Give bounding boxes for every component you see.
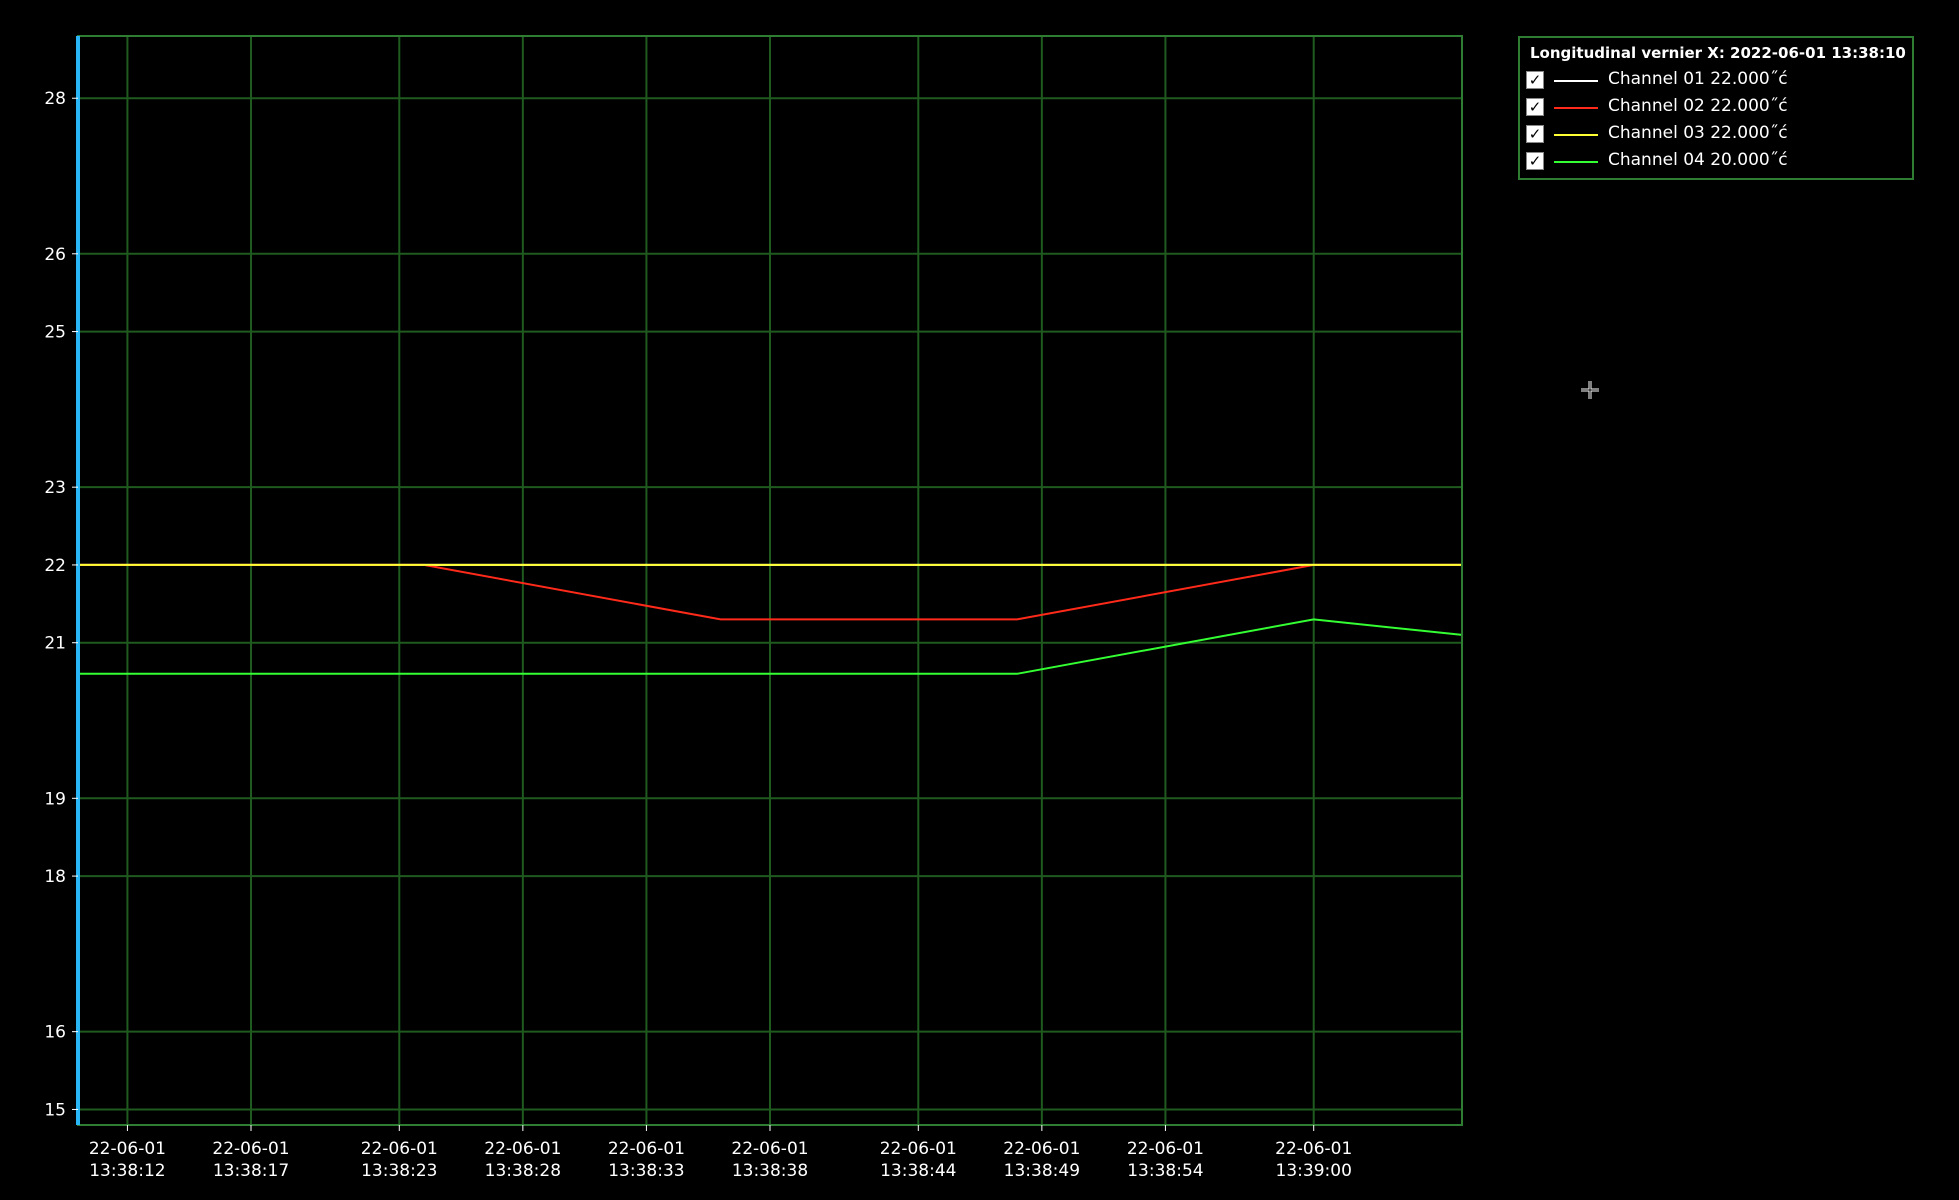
y-tick-label: 23 — [44, 478, 66, 498]
x-tick-label-date: 22-06-01 — [1275, 1139, 1352, 1159]
legend-swatch — [1554, 161, 1598, 163]
x-tick-label-time: 13:38:23 — [361, 1161, 437, 1181]
checkbox-checked-icon[interactable]: ✓ — [1526, 98, 1544, 116]
legend-item-channel-02: ✓ Channel 02 22.000˝ć — [1526, 96, 1906, 120]
y-tick-label: 25 — [44, 323, 66, 343]
legend-swatch — [1554, 134, 1598, 136]
crosshair-move-icon — [1581, 381, 1599, 399]
legend-title: Longitudinal vernier X: 2022-06-01 13:38… — [1530, 44, 1906, 62]
legend-item-channel-04: ✓ Channel 04 20.000˝ć — [1526, 150, 1906, 174]
x-tick-label-time: 13:38:17 — [213, 1161, 289, 1181]
x-tick-label-time: 13:38:33 — [608, 1161, 684, 1181]
legend-swatch — [1554, 80, 1598, 82]
x-tick-label-date: 22-06-01 — [1127, 1139, 1204, 1159]
x-tick-label-date: 22-06-01 — [89, 1139, 166, 1159]
x-tick-label-time: 13:38:38 — [732, 1161, 808, 1181]
x-tick-label-date: 22-06-01 — [361, 1139, 438, 1159]
x-tick-label-time: 13:38:49 — [1004, 1161, 1080, 1181]
checkbox-checked-icon[interactable]: ✓ — [1526, 125, 1544, 143]
x-tick-label-date: 22-06-01 — [212, 1139, 289, 1159]
x-tick-label-time: 13:38:12 — [89, 1161, 165, 1181]
x-tick-label-date: 22-06-01 — [608, 1139, 685, 1159]
y-tick-label: 26 — [44, 245, 66, 265]
x-tick-label-time: 13:39:00 — [1276, 1161, 1352, 1181]
y-axis-ticks: 15 16 18 19 21 22 23 25 26 28 — [44, 89, 78, 1120]
y-tick-label: 21 — [44, 634, 66, 654]
y-tick-label: 15 — [44, 1100, 66, 1120]
y-tick-label: 28 — [44, 89, 66, 109]
x-tick-label-date: 22-06-01 — [731, 1139, 808, 1159]
y-tick-label: 16 — [44, 1023, 66, 1043]
temperature-line-chart[interactable]: 15161819212223252628 22-06-0113:38:1222-… — [0, 0, 1959, 1200]
x-axis-ticks: 22-06-0113:38:1222-06-0113:38:1722-06-01… — [89, 1125, 1352, 1181]
legend-item-channel-01: ✓ Channel 01 22.000˝ć — [1526, 69, 1906, 93]
x-tick-label-time: 13:38:28 — [485, 1161, 561, 1181]
legend-label: Channel 02 22.000˝ć — [1608, 96, 1788, 116]
legend-swatch — [1554, 107, 1598, 109]
y-tick-label: 19 — [44, 789, 66, 809]
x-tick-label-date: 22-06-01 — [880, 1139, 957, 1159]
legend-label: Channel 01 22.000˝ć — [1608, 69, 1788, 89]
legend-label: Channel 03 22.000˝ć — [1608, 123, 1788, 143]
checkbox-checked-icon[interactable]: ✓ — [1526, 71, 1544, 89]
legend-item-channel-03: ✓ Channel 03 22.000˝ć — [1526, 123, 1906, 147]
y-tick-label: 22 — [44, 556, 66, 576]
legend-label: Channel 04 20.000˝ć — [1608, 150, 1788, 170]
checkbox-checked-icon[interactable]: ✓ — [1526, 152, 1544, 170]
x-tick-label-time: 13:38:54 — [1127, 1161, 1203, 1181]
y-tick-label: 18 — [44, 867, 66, 887]
x-tick-label-time: 13:38:44 — [880, 1161, 956, 1181]
x-tick-label-date: 22-06-01 — [484, 1139, 561, 1159]
legend: Longitudinal vernier X: 2022-06-01 13:38… — [1518, 36, 1914, 180]
x-tick-label-date: 22-06-01 — [1003, 1139, 1080, 1159]
grid — [78, 36, 1462, 1125]
